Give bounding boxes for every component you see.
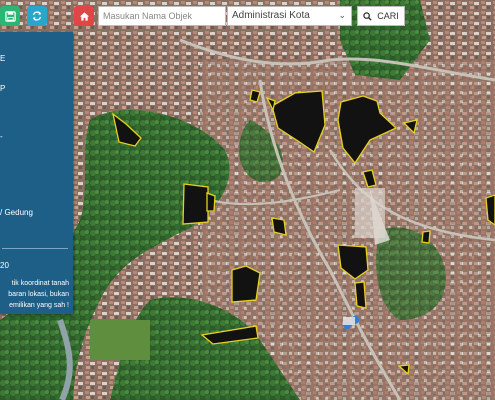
home-icon — [79, 11, 89, 21]
parcel-polygon — [354, 281, 367, 309]
save-button[interactable] — [0, 6, 20, 26]
satellite-map[interactable] — [0, 0, 495, 400]
panel-item[interactable]: - — [0, 132, 3, 142]
panel-item[interactable]: P — [0, 84, 5, 94]
save-icon — [4, 10, 16, 22]
disclaimer-note: tik koordinat tanah baran lokasi, bukan … — [0, 278, 69, 311]
panel-item[interactable]: E — [0, 54, 5, 64]
parcel-polygon — [206, 192, 216, 212]
chevron-down-icon: ⌄ — [338, 10, 346, 20]
parcel-polygon — [231, 265, 261, 303]
panel-item: 20 — [0, 261, 9, 270]
divider — [2, 248, 68, 249]
info-panel: E P - / Gedung 20 tik koordinat tanah ba… — [0, 32, 73, 314]
note-line: emilikan yang sah ! — [9, 302, 69, 309]
panel-item[interactable]: / Gedung — [0, 208, 33, 218]
parcel-polygon — [421, 230, 431, 244]
search-input[interactable] — [98, 6, 226, 26]
search-button-label: CARI — [377, 11, 399, 21]
refresh-icon — [32, 11, 42, 21]
search-button[interactable]: CARI — [357, 6, 405, 26]
note-line: baran lokasi, bukan — [8, 291, 69, 298]
administration-select-value: Administrasi Kota — [232, 10, 310, 21]
search-icon — [363, 11, 372, 21]
parcel-polygon — [182, 183, 209, 225]
parcel-polygon — [271, 217, 287, 236]
refresh-button[interactable] — [27, 6, 47, 26]
administration-select[interactable]: Administrasi Kota ⌄ — [227, 6, 352, 26]
note-line: tik koordinat tanah — [11, 280, 69, 287]
home-button[interactable] — [74, 6, 94, 26]
